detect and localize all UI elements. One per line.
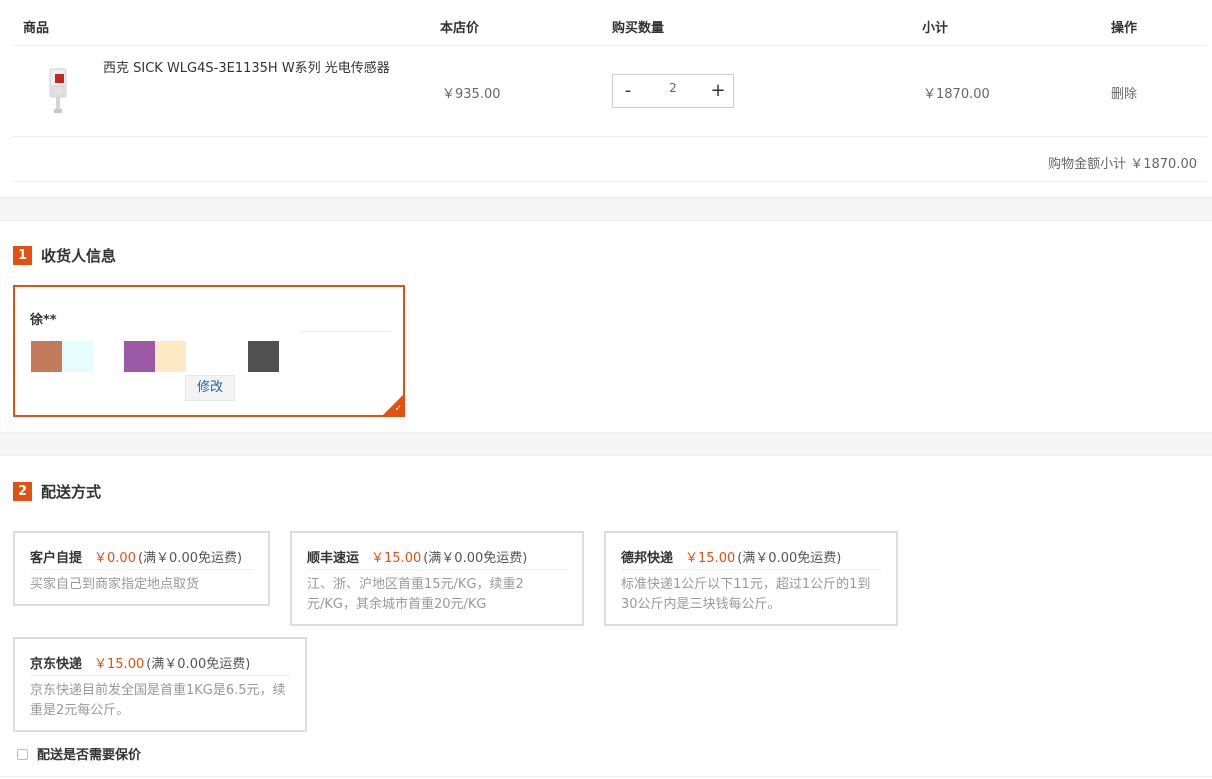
quantity-stepper: - 2 + [612, 74, 734, 108]
bottom-divider [0, 776, 1212, 777]
cart-total: 购物金额小计 ￥1870.00 [1048, 157, 1197, 172]
cart-table: 商品 本店价 购买数量 小计 操作 西克 SICK WLG4S-3E1135H … [13, 0, 1207, 182]
address-card[interactable]: 徐** 修改 ✓ [13, 285, 405, 417]
header-price: 本店价 [440, 21, 480, 36]
insurance-label[interactable]: 配送是否需要保价 [37, 748, 141, 763]
shipping-fee: ￥15.00 [94, 657, 145, 672]
decrease-quantity-button[interactable]: - [615, 78, 641, 104]
step-badge: 2 [13, 482, 32, 501]
shipping-description: 江、浙、沪地区首重15元/KG，续重2元/KG，其余城市首重20元/KG [307, 577, 524, 612]
header-quantity: 购买数量 [612, 21, 665, 36]
shipping-description: 买家自己到商家指定地点取货 [30, 577, 200, 592]
free-shipping-note: (满￥0.00免运费) [137, 551, 243, 566]
receiver-name: 徐** [30, 313, 57, 328]
shipping-name: 客户自提 [30, 551, 83, 566]
shipping-option-deppon[interactable]: 德邦快递 ￥15.00 (满￥0.00免运费) 标准快递1公斤以下11元，超过1公斤… [604, 531, 898, 626]
free-shipping-note: (满￥0.00免运费) [423, 551, 528, 566]
step-badge: 1 [13, 246, 32, 265]
shipping-name: 德邦快递 [621, 551, 674, 566]
header-product: 商品 [23, 21, 50, 36]
product-name[interactable]: 西克 SICK WLG4S-3E1135H W系列 光电传感器 [103, 57, 390, 76]
shipping-description: 标准快递1公斤以下11元，超过1公斤的1到30公斤内是三块钱每公斤。 [621, 577, 871, 612]
insurance-checkbox[interactable] [17, 749, 28, 760]
shipping-fee: ￥0.00 [94, 551, 136, 566]
shipping-fee: ￥15.00 [685, 551, 736, 566]
shipping-fee: ￥15.00 [371, 551, 422, 566]
header-operation: 操作 [1111, 21, 1138, 36]
edit-address-button[interactable]: 修改 [185, 375, 235, 401]
increase-quantity-button[interactable]: + [705, 78, 731, 104]
header-subtotal: 小计 [922, 21, 949, 36]
insurance-option: 配送是否需要保价 [17, 744, 141, 763]
receiver-section-title: 1 收货人信息 [13, 245, 116, 265]
check-icon: ✓ [394, 404, 402, 414]
cart-summary: 购物金额小计 ￥1870.00 [13, 137, 1207, 182]
shipping-option-pickup[interactable]: 客户自提 ￥0.00 (满￥0.00免运费) 买家自己到商家指定地点取货 [13, 531, 270, 606]
section-divider [0, 432, 1212, 456]
delivery-section-title: 2 配送方式 [13, 481, 101, 501]
section-divider [0, 197, 1212, 221]
divider [300, 331, 390, 332]
delete-link[interactable]: 删除 [1111, 83, 1137, 102]
shipping-option-sf[interactable]: 顺丰速运 ￥15.00 (满￥0.00免运费) 江、浙、沪地区首重15元/KG，续重… [290, 531, 584, 626]
free-shipping-note: (满￥0.00免运费) [146, 657, 251, 672]
section-title: 配送方式 [41, 483, 102, 501]
free-shipping-note: (满￥0.00免运费) [737, 551, 842, 566]
cart-item-row: 西克 SICK WLG4S-3E1135H W系列 光电传感器 ￥935.00 … [13, 46, 1207, 137]
product-image[interactable] [43, 66, 73, 116]
section-title: 收货人信息 [41, 247, 117, 265]
quantity-input[interactable]: 2 [653, 81, 693, 95]
shipping-description: 京东快递目前发全国是首重1KG是6.5元，续重是2元每公斤。 [30, 683, 286, 718]
shipping-option-jd[interactable]: 京东快递 ￥15.00 (满￥0.00免运费) 京东快递目前发全国是首重1KG是6.… [13, 637, 307, 732]
item-subtotal: ￥1870.00 [923, 87, 990, 102]
shipping-name: 京东快递 [30, 657, 83, 672]
shipping-name: 顺丰速运 [307, 551, 360, 566]
cart-header: 商品 本店价 购买数量 小计 操作 [13, 0, 1207, 46]
product-price: ￥935.00 [442, 87, 501, 102]
